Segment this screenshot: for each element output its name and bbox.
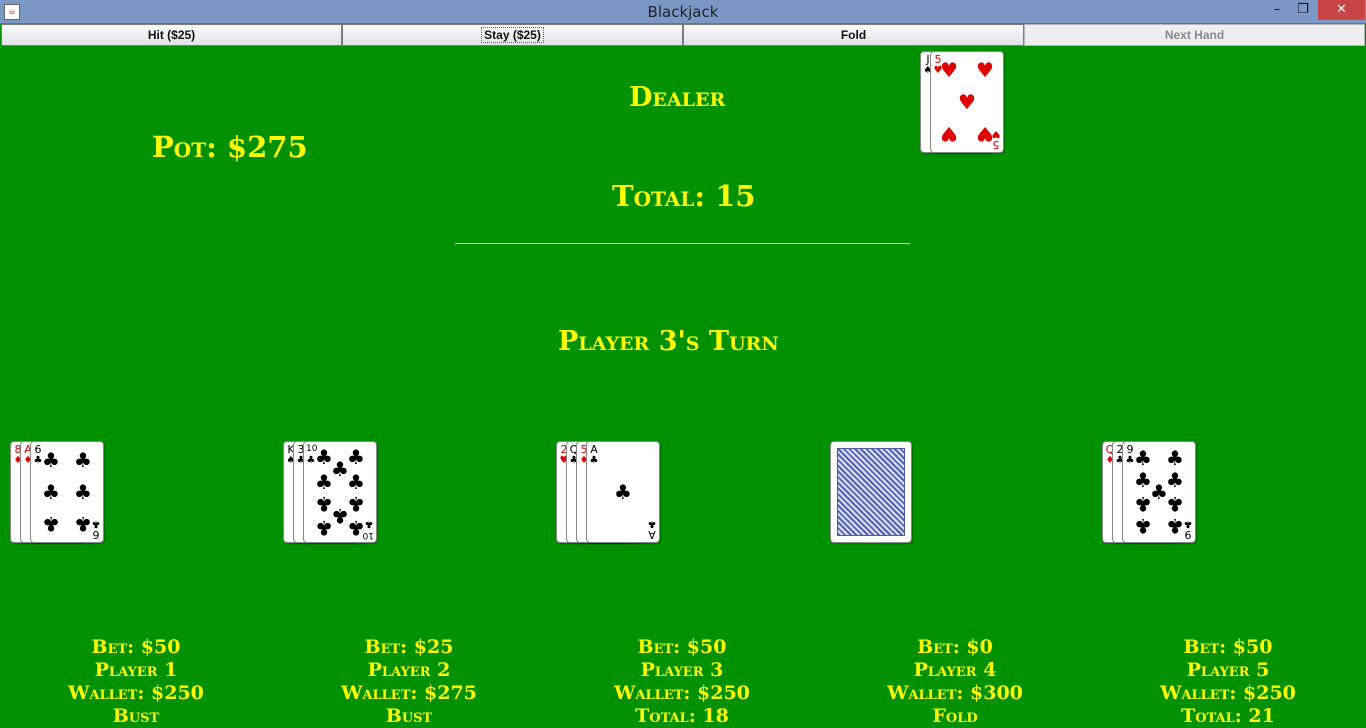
- player-bet: Bet: $0: [917, 636, 993, 658]
- player-bet: Bet: $25: [364, 636, 454, 658]
- stay-button-label: Stay ($25): [481, 27, 544, 43]
- close-icon[interactable]: ✕: [1318, 0, 1365, 20]
- player-status: Total: 21: [1181, 705, 1275, 727]
- player-wallet: Wallet: $250: [68, 682, 204, 704]
- minimize-icon[interactable]: –: [1264, 0, 1290, 20]
- player-4-stats: Bet: $0 Player 4 Wallet: $300 Fold: [855, 636, 1055, 728]
- player-name: Player 5: [1186, 659, 1270, 681]
- player-name: Player 2: [367, 659, 451, 681]
- card: 9 ♣ ♣ ♣ ♣ ♣ ♣ ♣ ♣ ♣ ♣ 9 ♣: [1122, 441, 1196, 543]
- card: 5 ♥ ♥ ♥ ♥ ♥ ♥ 5 ♥: [930, 51, 1004, 153]
- title-bar: ☕ Blackjack – ❐ ✕: [0, 0, 1366, 24]
- table-divider: [455, 243, 910, 244]
- action-toolbar: Hit ($25) Stay ($25) Fold Next Hand: [0, 24, 1366, 48]
- card: 6 ♣ ♣ ♣ ♣ ♣ ♣ ♣ 6 ♣: [30, 441, 104, 543]
- player-status: Fold: [932, 705, 978, 727]
- player-bet: Bet: $50: [91, 636, 181, 658]
- card-back-pattern: [837, 448, 905, 536]
- player-5-stats: Bet: $50 Player 5 Wallet: $250 Total: 21: [1128, 636, 1328, 728]
- hit-button-label: Hit ($25): [147, 28, 196, 42]
- player-name: Player 1: [94, 659, 178, 681]
- fold-button-label: Fold: [840, 28, 867, 42]
- card-back: [830, 441, 912, 543]
- hit-button[interactable]: Hit ($25): [1, 24, 342, 46]
- pot-amount: Pot: $275: [152, 130, 308, 164]
- restore-icon[interactable]: ❐: [1290, 0, 1316, 20]
- fold-button[interactable]: Fold: [683, 24, 1024, 46]
- player-2-stats: Bet: $25 Player 2 Wallet: $275 Bust: [309, 636, 509, 728]
- window-title: Blackjack: [647, 3, 719, 21]
- dealer-total: Total: 15: [612, 179, 756, 213]
- turn-indicator: Player 3's Turn: [558, 326, 779, 357]
- player-status: Bust: [385, 705, 433, 727]
- player-status: Bust: [112, 705, 160, 727]
- player-wallet: Wallet: $250: [614, 682, 750, 704]
- player-3-stats: Bet: $50 Player 3 Wallet: $250 Total: 18: [582, 636, 782, 728]
- card: 10 ♣ ♣ ♣ ♣ ♣ ♣ ♣ ♣ ♣ ♣ ♣ 10 ♣: [303, 441, 377, 543]
- stay-button[interactable]: Stay ($25): [342, 24, 683, 46]
- player-status: Total: 18: [635, 705, 729, 727]
- card: A ♣ ♣ A ♣: [586, 441, 660, 543]
- player-wallet: Wallet: $275: [341, 682, 477, 704]
- next-hand-button-label: Next Hand: [1164, 28, 1225, 42]
- player-wallet: Wallet: $250: [1160, 682, 1296, 704]
- player-1-stats: Bet: $50 Player 1 Wallet: $250 Bust: [36, 636, 236, 728]
- player-wallet: Wallet: $300: [887, 682, 1023, 704]
- dealer-label: Dealer: [629, 82, 726, 113]
- player-bet: Bet: $50: [637, 636, 727, 658]
- player-name: Player 3: [640, 659, 724, 681]
- next-hand-button[interactable]: Next Hand: [1024, 24, 1365, 46]
- player-bet: Bet: $50: [1183, 636, 1273, 658]
- player-name: Player 4: [913, 659, 997, 681]
